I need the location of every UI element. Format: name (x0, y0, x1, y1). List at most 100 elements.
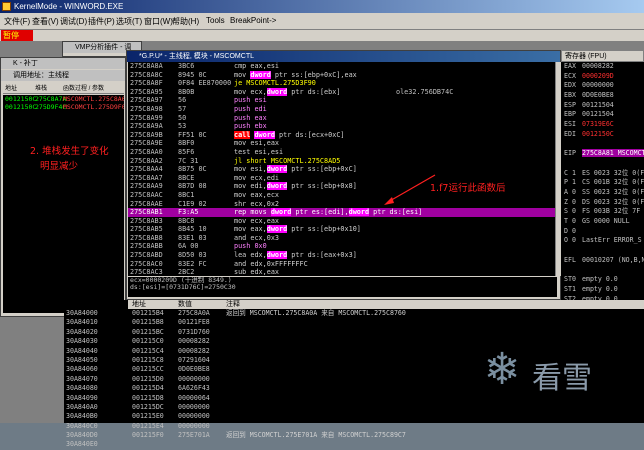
register-row[interactable]: C 1 ES 0023 32位 0(F (561, 169, 644, 179)
register-row[interactable] (561, 265, 644, 275)
register-row[interactable]: D 0 (561, 227, 644, 237)
toolbar (0, 30, 644, 41)
disasm-row[interactable]: 275C8A8C 8945 0C mov dword ptr ss:[ebp+0xC… (128, 70, 557, 80)
register-row[interactable] (561, 246, 644, 256)
disasm-row[interactable]: 275C8AB1 F3:A5 rep movs dword ptr es:[edi]… (128, 208, 557, 217)
disassembly-pane[interactable]: 275C8A8A 3BC6 cmp eax,esi 275C8A8C 8945 0C mo… (128, 62, 557, 294)
disasm-row[interactable]: 275C8AAE C1E9 02 shr ecx,0x2 (128, 200, 557, 209)
cpu-window-title: *G.P.U* - 主线程, 模块 - MSCOMCTL (127, 51, 560, 62)
app-title: KernelMode - WINWORD.EXE (14, 2, 124, 11)
menu-breakpoint[interactable]: BreakPoint-> (230, 16, 276, 25)
register-row[interactable]: P 1 CS 001B 32位 0(F (561, 178, 644, 188)
disasm-row[interactable]: 275C8AB5 8B45 10 mov eax,dword ptr ss:[ebp… (128, 225, 557, 234)
dump-row[interactable]: 30A84090 (64, 394, 128, 403)
stack-row[interactable]: 001215B4 275C8A0A 返回到 MSCOMCTL.275C8A0A 来自… (128, 309, 644, 318)
dump-row[interactable]: 30A840E0 (64, 440, 128, 449)
menu-options[interactable]: 选项(T) (116, 16, 142, 27)
annotation-f7: 1.f7运行此函数后 (430, 183, 506, 194)
dump-row[interactable]: 30A84020 (64, 328, 128, 337)
register-row[interactable]: ESP 00121504 (561, 101, 644, 111)
disasm-row[interactable]: 275C8A8A 3BC6 cmp eax,esi (128, 62, 557, 71)
registers-header: 寄存器 (FPU) (561, 50, 644, 62)
register-row[interactable]: S 0 FS 003B 32位 7F (561, 207, 644, 217)
register-row[interactable]: EBP 00121504 (561, 110, 644, 120)
stack-header: 地址 数值 注释 (128, 300, 644, 309)
register-row[interactable]: ECX 0000209D (561, 72, 644, 82)
dump-row[interactable]: 30A84040 (64, 347, 128, 356)
disasm-row[interactable]: 275C8A9E 8BF0 mov esi,eax (128, 139, 557, 148)
register-row[interactable]: O 0 LastErr ERROR_S (561, 236, 644, 246)
register-row[interactable]: EDI 0012150C (561, 130, 644, 140)
register-row[interactable]: EBX 0D0E0BE8 (561, 91, 644, 101)
call-window-subtitle: 调用地址：主线程 (1, 70, 125, 81)
col-stack: 堆栈 (35, 86, 48, 92)
disasm-row[interactable]: 275C8ABD 8D50 03 lea edx,dword ptr ds:[eax… (128, 251, 557, 260)
dump-row[interactable]: 30A840C0 (64, 422, 128, 431)
annotation-stack-change: 2. 堆栈发生了变化 (30, 146, 109, 157)
stack-row[interactable]: 001215DC 00000000 (128, 403, 644, 412)
disasm-row[interactable]: 275C8ABB 6A 00 push 0x0 (128, 242, 557, 251)
disasm-row[interactable]: 275C8A95 8B0B mov ecx,dword ptr ds:[ebx] ol… (128, 87, 557, 97)
disasm-row[interactable]: 275C8A8F 0F84 EE870000 je MSCOMCTL.275D3F9… (128, 79, 557, 88)
register-row[interactable]: A 0 SS 0023 32位 0(F (561, 188, 644, 198)
register-row[interactable]: EDX 00000000 (561, 81, 644, 91)
menu-plugins[interactable]: 插件(P) (88, 16, 115, 27)
register-row[interactable]: ESI 07319E6C (561, 120, 644, 130)
stack-row[interactable]: 001215E4 00000000 (128, 422, 644, 431)
disasm-row[interactable]: 275C8A99 50 push eax (128, 114, 557, 123)
dump-row[interactable]: 30A84070 (64, 375, 128, 384)
menu-bar: 文件(F) 查看(V) 调试(D) 插件(P) 选项(T) 窗口(W) 帮助(H… (0, 13, 644, 30)
disasm-row[interactable]: 275C8AB8 83E1 03 and ecx,0x3 (128, 234, 557, 243)
dump-pane[interactable]: 30A84000 30A84010 30A84020 30A84030 30A84040… (64, 300, 128, 448)
dump-row[interactable]: 30A840D0 (64, 431, 128, 440)
dump-row[interactable]: 30A84050 (64, 356, 128, 365)
register-row[interactable]: ST0 empty 0.0 (561, 275, 644, 285)
dump-row[interactable]: 30A840B0 (64, 412, 128, 421)
menu-tools[interactable]: Tools (206, 16, 225, 25)
stack-row[interactable]: 001215B8 00121FE8 (128, 318, 644, 327)
app-titlebar: KernelMode - WINWORD.EXE (0, 0, 644, 13)
disasm-row[interactable]: 275C8A9B FF51 0C call dword ptr ds:[ecx+0x… (128, 130, 557, 140)
register-row[interactable]: EIP 275C8A81 MSCOMCTL (561, 149, 644, 159)
register-row[interactable]: EAX 00008282 (561, 62, 644, 72)
register-row[interactable]: ST1 empty 0.0 (561, 285, 644, 295)
disasm-row[interactable]: 275C8AA0 85F6 test esi,esi (128, 148, 557, 157)
disasm-row[interactable]: 275C8A9A 53 push ebx (128, 122, 557, 131)
dump-row[interactable]: 30A84030 (64, 337, 128, 346)
menu-view[interactable]: 查看(V) (32, 16, 59, 27)
register-row[interactable]: Z 0 DS 0023 32位 0(F (561, 198, 644, 208)
dump-row[interactable]: 30A84080 (64, 384, 128, 393)
disasm-row[interactable]: 275C8AC0 83E2 FC and edx,0xFFFFFFFC (128, 260, 557, 269)
list-item[interactable]: 0012150C 275D9F4C MSCOMCTL.275D9F0C (3, 103, 124, 111)
dump-row[interactable]: 30A84010 (64, 318, 128, 327)
patch-window[interactable]: K - 补丁 调用地址：主线程 地址 堆栈 函数过程 / 参数 0012150C… (0, 57, 126, 317)
menu-file[interactable]: 文件(F) (4, 16, 30, 27)
dump-row[interactable]: 30A840A0 (64, 403, 128, 412)
stack-row[interactable]: 001215E0 00000000 (128, 412, 644, 421)
register-row[interactable]: T 0 GS 0000 NULL (561, 217, 644, 227)
register-row[interactable]: EFL 00010207 (NO,B,N (561, 256, 644, 266)
disasm-row[interactable]: 275C8A98 57 push edi (128, 105, 557, 114)
register-row[interactable] (561, 140, 644, 150)
disasm-row[interactable]: 275C8AA2 7C 31 jl short MSCOMCTL.275C8AD5 (128, 157, 557, 166)
stack-row[interactable]: 001215C0 00008282 (128, 337, 644, 346)
register-row[interactable] (561, 159, 644, 169)
disasm-row[interactable]: 275C8A97 56 push esi (128, 96, 557, 105)
patch-window-title: K - 补丁 (1, 58, 125, 69)
menu-window[interactable]: 窗口(W) (144, 16, 173, 27)
disasm-row[interactable]: 275C8AB3 8BC8 mov ecx,eax (128, 217, 557, 226)
registers-pane[interactable]: EAX 00008282 ECX 0000209D EDX 00000000 EBX 0D0E… (561, 62, 644, 351)
annotation-decrease: 明显减少 (40, 161, 79, 172)
stack-col-value: 数值 (178, 301, 192, 308)
stack-row[interactable]: 001215F0 275E701A 返回到 MSCOMCTL.275E701A 来自… (128, 431, 644, 440)
dump-row[interactable]: 30A84000 (64, 309, 128, 318)
stack-row[interactable]: 001215BC 0731D760 (128, 328, 644, 337)
watermark-logo: 看雪 (532, 361, 592, 396)
disasm-row[interactable]: 275C8AA4 8B75 0C mov esi,dword ptr ss:[ebp… (128, 165, 557, 174)
info-pane: ecx=0000209D (十进制 8349.) ds:[esi]=[0731D… (128, 277, 557, 297)
menu-help[interactable]: 帮助(H) (172, 16, 199, 27)
callstack-list[interactable]: 0012150C 275C8A7A MSCOMCTL.275C8A68 0012… (3, 95, 124, 313)
menu-debug[interactable]: 调试(D) (60, 16, 87, 27)
list-item[interactable]: 0012150C 275C8A7A MSCOMCTL.275C8A68 (3, 95, 124, 103)
dump-row[interactable]: 30A84060 (64, 365, 128, 374)
